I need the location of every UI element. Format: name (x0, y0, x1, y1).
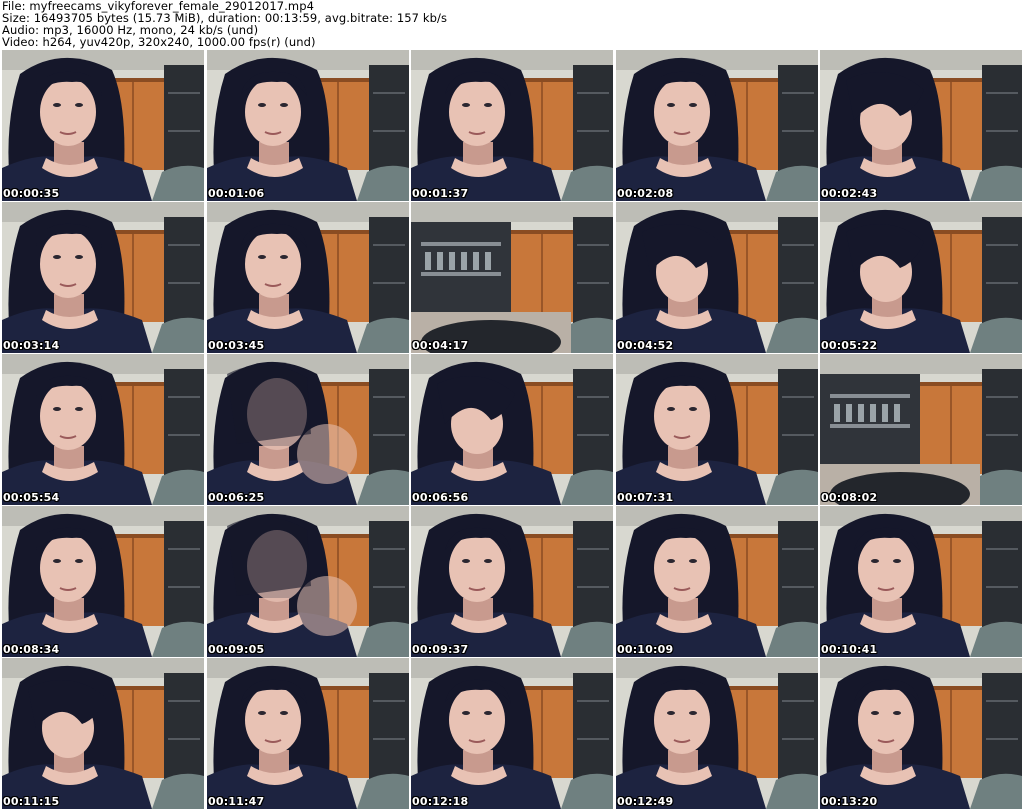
thumbnail-frame-image (820, 50, 1022, 201)
thumbnail-timestamp: 00:05:22 (821, 339, 878, 352)
thumbnail-frame-image (411, 354, 613, 505)
thumbnail-timestamp: 00:08:34 (3, 643, 60, 656)
video-thumbnail: 00:02:08 (616, 50, 818, 201)
thumbnail-frame-image (2, 354, 204, 505)
video-thumbnail: 00:07:31 (616, 354, 818, 505)
video-thumbnail: 00:08:02 (820, 354, 1022, 505)
thumbnail-timestamp: 00:10:09 (617, 643, 674, 656)
video-thumbnail: 00:11:47 (207, 658, 409, 809)
thumbnail-timestamp: 00:04:17 (412, 339, 469, 352)
thumbnail-frame-image (207, 506, 409, 657)
thumbnail-timestamp: 00:03:45 (208, 339, 265, 352)
thumbnail-timestamp: 00:12:18 (412, 795, 469, 808)
thumbnail-timestamp: 00:04:52 (617, 339, 674, 352)
thumbnail-timestamp: 00:11:47 (208, 795, 265, 808)
thumbnail-timestamp: 00:02:08 (617, 187, 674, 200)
video-thumbnail: 00:03:45 (207, 202, 409, 353)
thumbnail-grid: 00:00:35 00:01:06 00:01:37 00:02:08 00:02:43… (0, 50, 1024, 810)
thumbnail-frame-image (820, 202, 1022, 353)
video-thumbnail: 00:04:52 (616, 202, 818, 353)
thumbnail-timestamp: 00:13:20 (821, 795, 878, 808)
video-thumbnail: 00:06:25 (207, 354, 409, 505)
video-thumbnail: 00:04:17 (411, 202, 613, 353)
video-thumbnail: 00:02:43 (820, 50, 1022, 201)
thumbnail-timestamp: 00:08:02 (821, 491, 878, 504)
thumbnail-timestamp: 00:10:41 (821, 643, 878, 656)
thumbnail-timestamp: 00:05:54 (3, 491, 60, 504)
thumbnail-timestamp: 00:03:14 (3, 339, 60, 352)
video-thumbnail: 00:06:56 (411, 354, 613, 505)
video-thumbnail: 00:05:54 (2, 354, 204, 505)
thumbnail-frame-image (207, 202, 409, 353)
thumbnail-frame-image (411, 202, 613, 353)
thumbnail-frame-image (820, 354, 1022, 505)
thumbnail-timestamp: 00:09:05 (208, 643, 265, 656)
video-thumbnail: 00:01:37 (411, 50, 613, 201)
thumbnail-timestamp: 00:06:25 (208, 491, 265, 504)
thumbnail-frame-image (820, 506, 1022, 657)
thumbnail-frame-image (411, 506, 613, 657)
video-thumbnail: 00:11:15 (2, 658, 204, 809)
file-info-header: File: myfreecams_vikyforever_female_2901… (2, 0, 1002, 48)
thumbnail-frame-image (820, 658, 1022, 809)
thumbnail-timestamp: 00:07:31 (617, 491, 674, 504)
thumbnail-frame-image (2, 658, 204, 809)
thumbnail-timestamp: 00:06:56 (412, 491, 469, 504)
video-thumbnail: 00:01:06 (207, 50, 409, 201)
thumbnail-frame-image (616, 354, 818, 505)
thumbnail-frame-image (616, 506, 818, 657)
thumbnail-frame-image (207, 50, 409, 201)
video-thumbnail: 00:10:09 (616, 506, 818, 657)
thumbnail-frame-image (207, 354, 409, 505)
video-thumbnail: 00:03:14 (2, 202, 204, 353)
video-thumbnail: 00:08:34 (2, 506, 204, 657)
thumbnail-frame-image (616, 50, 818, 201)
video-thumbnail: 00:13:20 (820, 658, 1022, 809)
video-thumbnail: 00:10:41 (820, 506, 1022, 657)
thumbnail-frame-image (411, 658, 613, 809)
video-thumbnail: 00:09:05 (207, 506, 409, 657)
thumbnail-timestamp: 00:01:37 (412, 187, 469, 200)
thumbnail-frame-image (616, 658, 818, 809)
thumbnail-frame-image (2, 506, 204, 657)
thumbnail-timestamp: 00:02:43 (821, 187, 878, 200)
thumbnail-frame-image (616, 202, 818, 353)
thumbnail-timestamp: 00:11:15 (3, 795, 60, 808)
video-thumbnail: 00:00:35 (2, 50, 204, 201)
video-thumbnail: 00:09:37 (411, 506, 613, 657)
thumbnail-timestamp: 00:12:49 (617, 795, 674, 808)
thumbnail-timestamp: 00:01:06 (208, 187, 265, 200)
video-thumbnail: 00:12:18 (411, 658, 613, 809)
video-info-line: Video: h264, yuv420p, 320x240, 1000.00 f… (2, 35, 316, 49)
thumbnail-frame-image (2, 50, 204, 201)
thumbnail-timestamp: 00:00:35 (3, 187, 60, 200)
video-thumbnail: 00:05:22 (820, 202, 1022, 353)
video-thumbnail: 00:12:49 (616, 658, 818, 809)
thumbnail-frame-image (2, 202, 204, 353)
thumbnail-frame-image (207, 658, 409, 809)
thumbnail-frame-image (411, 50, 613, 201)
thumbnail-timestamp: 00:09:37 (412, 643, 469, 656)
